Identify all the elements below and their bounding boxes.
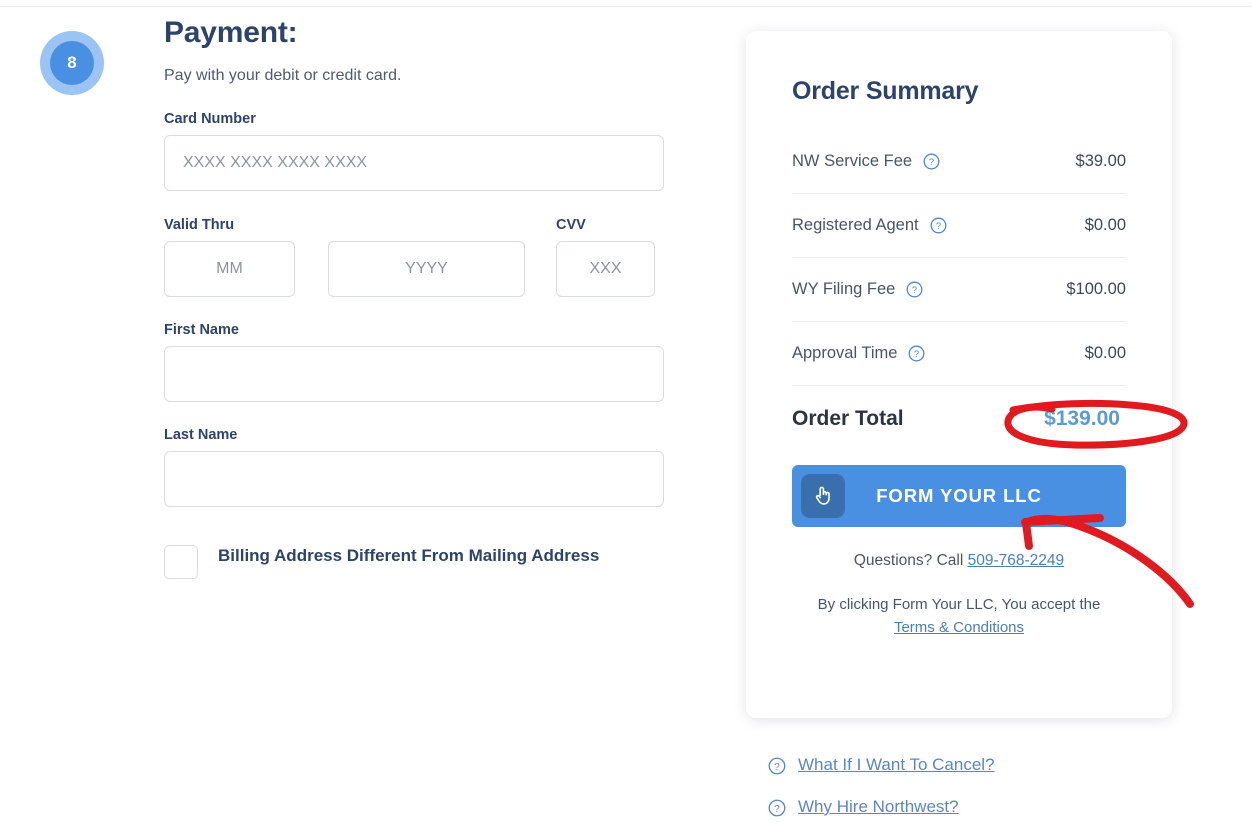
- terms-text: By clicking Form Your LLC, You accept th…: [817, 596, 1101, 613]
- first-name-label: First Name: [164, 322, 239, 338]
- card-number-input[interactable]: [164, 135, 664, 191]
- billing-address-row[interactable]: Billing Address Different From Mailing A…: [164, 543, 664, 579]
- step-badge: 8: [40, 31, 104, 95]
- billing-address-checkbox[interactable]: [164, 545, 198, 579]
- expiry-year-input[interactable]: [328, 241, 525, 297]
- order-summary-title: Order Summary: [792, 77, 979, 105]
- bottom-links: ? What If I Want To Cancel? ? Why Hire N…: [768, 744, 1188, 828]
- order-summary-rows: NW Service Fee ? $39.00 Registered Agent…: [792, 130, 1126, 386]
- form-your-llc-label: FORM YOUR LLC: [876, 485, 1042, 506]
- cvv-input[interactable]: [556, 241, 655, 297]
- order-total-row: Order Total $139.00: [792, 386, 1126, 452]
- question-circle-icon[interactable]: ?: [908, 345, 925, 362]
- terms-and-conditions-link[interactable]: Terms & Conditions: [894, 619, 1024, 636]
- payment-form-column: Payment: Pay with your debit or credit c…: [164, 8, 664, 579]
- questions-text: Questions? Call: [853, 552, 968, 569]
- cvv-label: CVV: [556, 217, 586, 233]
- first-name-input[interactable]: [164, 346, 664, 402]
- summary-row-value: $39.00: [1075, 152, 1126, 170]
- valid-thru-label: Valid Thru: [164, 217, 235, 233]
- summary-row: WY Filing Fee ? $100.00: [792, 258, 1126, 322]
- question-circle-icon: ?: [768, 757, 786, 774]
- pointing-hand-cursor-icon: [801, 474, 845, 518]
- phone-link[interactable]: 509-768-2249: [968, 552, 1065, 569]
- svg-text:?: ?: [935, 221, 940, 231]
- summary-row: Approval Time ? $0.00: [792, 322, 1126, 386]
- terms-block: By clicking Form Your LLC, You accept th…: [792, 593, 1126, 640]
- svg-text:?: ?: [774, 761, 780, 772]
- step-badge-number: 8: [50, 41, 94, 85]
- questions-line: Questions? Call 509-768-2249: [792, 552, 1126, 570]
- page-top-strip: [0, 0, 1252, 7]
- bottom-link-row[interactable]: ? Why Hire Northwest?: [768, 786, 1188, 828]
- valid-thru-group: Valid Thru: [164, 217, 525, 297]
- page-title: Payment:: [164, 16, 298, 49]
- svg-text:?: ?: [912, 285, 917, 295]
- why-hire-link-label[interactable]: Why Hire Northwest?: [798, 797, 959, 817]
- billing-address-label: Billing Address Different From Mailing A…: [218, 546, 600, 565]
- bottom-link-row[interactable]: ? What If I Want To Cancel?: [768, 744, 1188, 786]
- page-subtitle: Pay with your debit or credit card.: [164, 67, 402, 84]
- svg-text:?: ?: [914, 349, 919, 359]
- question-circle-icon[interactable]: ?: [906, 281, 923, 298]
- last-name-group: Last Name: [164, 427, 664, 507]
- form-your-llc-button[interactable]: FORM YOUR LLC: [792, 465, 1126, 527]
- summary-row-label: Approval Time: [792, 344, 898, 362]
- summary-row-value: $0.00: [1084, 344, 1126, 362]
- svg-text:?: ?: [929, 157, 934, 167]
- order-total-label: Order Total: [792, 407, 904, 430]
- summary-row-value: $100.00: [1066, 280, 1126, 298]
- valid-thru-row: Valid Thru CVV: [164, 217, 664, 297]
- cvv-group: CVV: [556, 217, 664, 297]
- card-number-label: Card Number: [164, 111, 256, 127]
- summary-row: NW Service Fee ? $39.00: [792, 130, 1126, 194]
- cancel-link-label[interactable]: What If I Want To Cancel?: [798, 755, 995, 775]
- summary-row-label: Registered Agent: [792, 216, 919, 234]
- order-summary-card: Order Summary NW Service Fee ? $39.00 Re…: [746, 31, 1172, 718]
- summary-row: Registered Agent ? $0.00: [792, 194, 1126, 258]
- expiry-month-input[interactable]: [164, 241, 295, 297]
- svg-text:?: ?: [774, 803, 780, 814]
- question-circle-icon[interactable]: ?: [930, 217, 947, 234]
- card-number-group: Card Number: [164, 111, 664, 191]
- summary-row-label: NW Service Fee: [792, 152, 913, 170]
- first-name-group: First Name: [164, 322, 664, 402]
- order-total-value: $139.00: [1044, 407, 1120, 430]
- last-name-input[interactable]: [164, 451, 664, 507]
- question-circle-icon: ?: [768, 799, 786, 816]
- last-name-label: Last Name: [164, 427, 238, 443]
- question-circle-icon[interactable]: ?: [923, 153, 940, 170]
- summary-row-value: $0.00: [1084, 216, 1126, 234]
- summary-row-label: WY Filing Fee: [792, 280, 896, 298]
